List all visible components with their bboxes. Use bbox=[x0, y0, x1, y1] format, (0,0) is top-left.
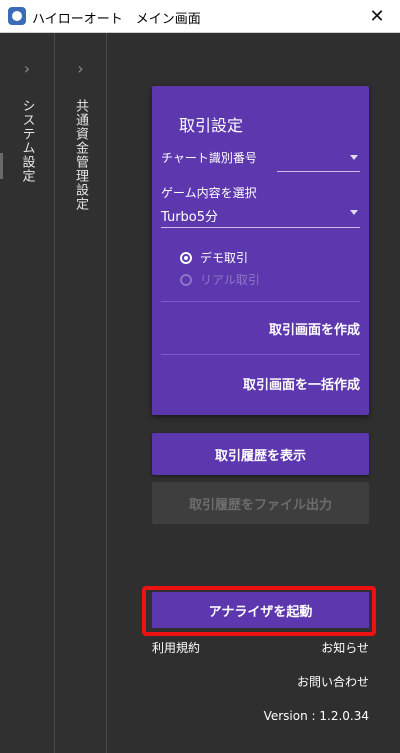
create-trade-screen-button[interactable]: 取引画面を作成 bbox=[161, 319, 360, 338]
chevron-down-icon[interactable] bbox=[350, 155, 358, 160]
divider bbox=[161, 301, 360, 302]
tab-indicator bbox=[0, 153, 3, 179]
radio-real-label: リアル取引 bbox=[200, 273, 260, 287]
radio-demo[interactable]: デモ取引 bbox=[180, 249, 248, 266]
contact-link[interactable]: お問い合わせ bbox=[297, 673, 369, 690]
chevron-down-icon[interactable] bbox=[350, 210, 358, 215]
radio-unchecked-icon[interactable] bbox=[180, 273, 192, 286]
game-select[interactable]: Turbo5分 bbox=[161, 206, 218, 225]
radio-real[interactable]: リアル取引 bbox=[180, 271, 260, 288]
tab-label: システム設定 bbox=[19, 99, 35, 183]
trade-settings-card: 取引設定 チャート識別番号 ゲーム内容を選択 Turbo5分 デモ取引 リアル取… bbox=[152, 86, 369, 415]
export-history-button: 取引履歴をファイル出力 bbox=[152, 482, 369, 524]
app-logo-icon bbox=[8, 7, 26, 25]
game-underline bbox=[161, 227, 360, 228]
window-title: ハイローオート メイン画面 bbox=[32, 12, 201, 27]
radio-checked-icon[interactable] bbox=[180, 251, 192, 264]
chevron-right-icon[interactable]: › bbox=[55, 59, 106, 78]
chevron-right-icon[interactable]: › bbox=[0, 59, 54, 78]
chart-id-label: チャート識別番号 bbox=[161, 151, 257, 165]
create-all-trade-screens-button[interactable]: 取引画面を一括作成 bbox=[161, 374, 360, 393]
version-text: Version : 1.2.0.34 bbox=[263, 709, 369, 723]
news-link[interactable]: お知らせ bbox=[321, 639, 369, 656]
radio-demo-label: デモ取引 bbox=[200, 251, 249, 265]
divider bbox=[161, 354, 360, 355]
terms-link[interactable]: 利用規約 bbox=[152, 639, 200, 656]
show-history-button[interactable]: 取引履歴を表示 bbox=[152, 433, 369, 475]
tab-system-settings[interactable]: › システム設定 bbox=[0, 33, 55, 753]
game-label: ゲーム内容を選択 bbox=[161, 186, 257, 200]
chart-id-underline bbox=[277, 171, 360, 172]
title-bar: ハイローオート メイン画面 ✕ bbox=[0, 0, 400, 33]
close-button[interactable]: ✕ bbox=[354, 0, 400, 32]
card-title: 取引設定 bbox=[179, 116, 244, 135]
tab-label: 共通資金管理設定 bbox=[73, 99, 88, 211]
tab-common-fund-settings[interactable]: › 共通資金管理設定 bbox=[55, 33, 107, 753]
launch-analyzer-button[interactable]: アナライザを起動 bbox=[152, 592, 369, 628]
main-window: › システム設定 › 共通資金管理設定 取引設定 チャート識別番号 ゲーム内容を… bbox=[0, 33, 400, 753]
